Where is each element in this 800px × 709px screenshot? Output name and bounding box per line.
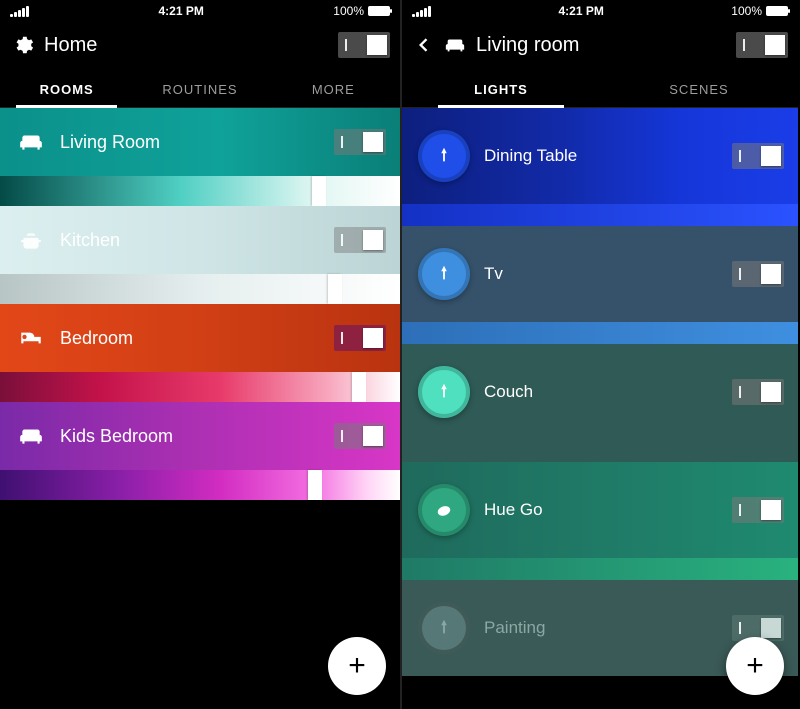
room-row-living[interactable]: Living Room xyxy=(0,108,400,206)
brightness-slider[interactable] xyxy=(0,176,400,206)
room-toggle[interactable] xyxy=(334,227,386,253)
status-bar: 4:21 PM 100% xyxy=(402,0,798,22)
light-slider[interactable] xyxy=(402,322,798,344)
tab-routines[interactable]: ROUTINES xyxy=(133,82,266,107)
sofa-icon xyxy=(444,34,466,56)
light-label: Couch xyxy=(484,382,533,402)
sofa-icon xyxy=(18,423,44,449)
bulb-icon xyxy=(418,366,470,418)
header: Home xyxy=(0,22,400,68)
header: Living room xyxy=(402,22,798,68)
light-toggle[interactable] xyxy=(732,497,784,523)
room-label: Living Room xyxy=(60,132,160,153)
lights-list: Dining Table Tv Couch Hue Go xyxy=(402,108,798,709)
tabs: ROOMS ROUTINES MORE xyxy=(0,68,400,108)
battery-pct: 100% xyxy=(731,4,762,18)
light-label: Tv xyxy=(484,264,503,284)
battery-pct: 100% xyxy=(333,4,364,18)
home-screen: 4:21 PM 100% Home ROOMS ROUTINES MORE Li… xyxy=(0,0,400,709)
master-toggle[interactable] xyxy=(736,32,788,58)
signal-icon xyxy=(412,6,431,17)
light-row-couch[interactable]: Couch xyxy=(402,344,798,440)
room-row-kids[interactable]: Kids Bedroom xyxy=(0,402,400,500)
light-toggle[interactable] xyxy=(732,379,784,405)
back-icon[interactable] xyxy=(414,35,434,55)
brightness-slider[interactable] xyxy=(0,470,400,500)
tab-more[interactable]: MORE xyxy=(267,82,400,107)
clock: 4:21 PM xyxy=(29,4,333,18)
tab-lights[interactable]: LIGHTS xyxy=(402,82,600,107)
add-button[interactable]: + xyxy=(328,637,386,695)
light-slider[interactable] xyxy=(402,440,798,462)
light-toggle[interactable] xyxy=(732,261,784,287)
bulb-icon xyxy=(418,130,470,182)
tab-scenes[interactable]: SCENES xyxy=(600,82,798,107)
rooms-list: Living Room Kitchen Bedroom xyxy=(0,108,400,709)
bed-icon xyxy=(18,325,44,351)
tab-rooms[interactable]: ROOMS xyxy=(0,82,133,107)
battery-icon xyxy=(766,6,788,16)
light-slider[interactable] xyxy=(402,204,798,226)
master-toggle[interactable] xyxy=(338,32,390,58)
tabs: LIGHTS SCENES xyxy=(402,68,798,108)
light-label: Painting xyxy=(484,618,545,638)
light-row-tv[interactable]: Tv xyxy=(402,226,798,322)
bulb-icon xyxy=(418,602,470,654)
add-button[interactable]: + xyxy=(726,637,784,695)
light-toggle[interactable] xyxy=(732,143,784,169)
page-title: Living room xyxy=(476,34,579,57)
room-row-kitchen[interactable]: Kitchen xyxy=(0,206,400,304)
room-toggle[interactable] xyxy=(334,129,386,155)
room-row-bedroom[interactable]: Bedroom xyxy=(0,304,400,402)
light-slider[interactable] xyxy=(402,558,798,580)
go-icon xyxy=(418,484,470,536)
light-label: Hue Go xyxy=(484,500,543,520)
room-toggle[interactable] xyxy=(334,423,386,449)
sofa-icon xyxy=(18,129,44,155)
light-row-hue-go[interactable]: Hue Go xyxy=(402,462,798,558)
pot-icon xyxy=(18,227,44,253)
clock: 4:21 PM xyxy=(431,4,731,18)
gear-icon[interactable] xyxy=(12,34,34,56)
signal-icon xyxy=(10,6,29,17)
page-title: Home xyxy=(44,34,328,57)
light-label: Dining Table xyxy=(484,146,577,166)
brightness-slider[interactable] xyxy=(0,372,400,402)
status-bar: 4:21 PM 100% xyxy=(0,0,400,22)
room-label: Kitchen xyxy=(60,230,120,251)
room-label: Kids Bedroom xyxy=(60,426,173,447)
brightness-slider[interactable] xyxy=(0,274,400,304)
bulb-icon xyxy=(418,248,470,300)
light-row-dining-table[interactable]: Dining Table xyxy=(402,108,798,204)
room-detail-screen: 4:21 PM 100% Living room LIGHTS SCENES D… xyxy=(400,0,798,709)
room-toggle[interactable] xyxy=(334,325,386,351)
battery-icon xyxy=(368,6,390,16)
room-label: Bedroom xyxy=(60,328,133,349)
